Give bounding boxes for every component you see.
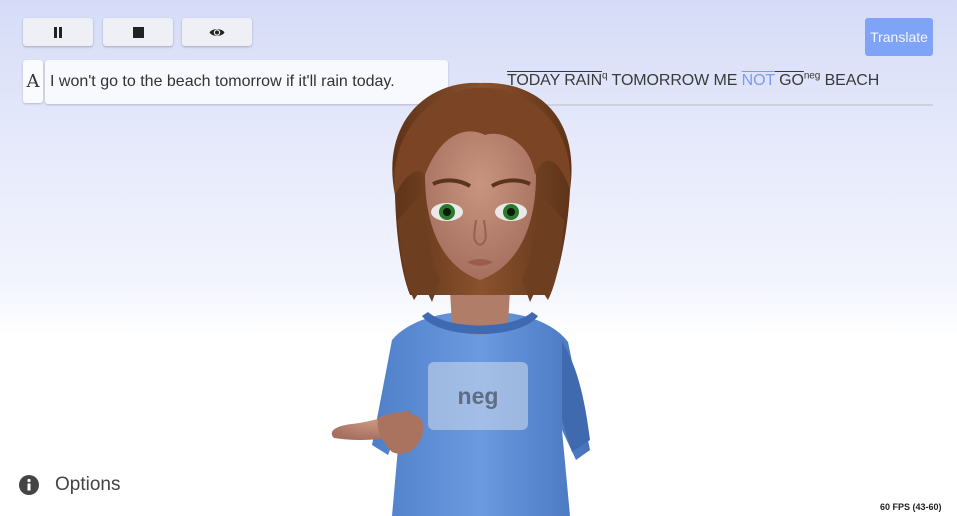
translate-button[interactable]: Translate <box>865 18 933 56</box>
gloss-current-sign: NOT <box>741 72 775 89</box>
info-icon <box>19 475 39 495</box>
options-label: Options <box>55 474 121 495</box>
stop-button[interactable] <box>103 18 173 46</box>
current-sign-label: neg <box>428 362 528 430</box>
fps-counter: 60 FPS (43-60) <box>880 502 942 512</box>
eye-toggle-button[interactable] <box>182 18 252 46</box>
pause-icon <box>54 26 62 38</box>
signing-avatar <box>331 82 590 516</box>
gloss-segment-end: BEACH <box>820 72 880 89</box>
stop-icon <box>132 26 144 38</box>
gloss-segment-neg: GO <box>774 72 804 89</box>
options-button[interactable]: Options <box>19 474 120 496</box>
gloss-marker-neg: neg <box>803 70 821 82</box>
pause-button[interactable] <box>23 18 93 46</box>
font-toggle-button[interactable]: A <box>23 60 43 103</box>
eye-icon <box>209 28 225 36</box>
